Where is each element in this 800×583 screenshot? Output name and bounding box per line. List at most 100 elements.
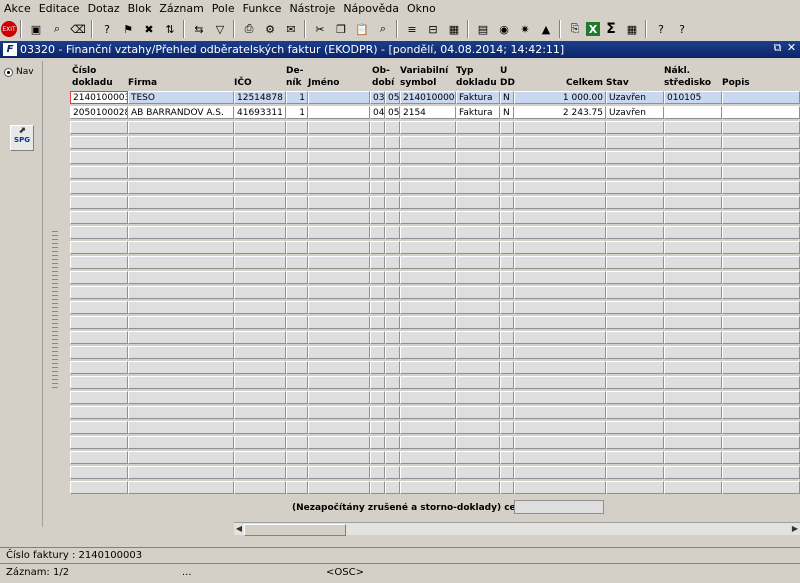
empty-cell[interactable] (370, 271, 385, 284)
empty-cell[interactable] (664, 391, 722, 404)
cell-ico[interactable]: 41693311 (234, 106, 286, 119)
empty-cell[interactable] (128, 451, 234, 464)
empty-cell[interactable] (128, 211, 234, 224)
empty-cell[interactable] (456, 466, 500, 479)
menu-item-8[interactable]: Nápověda (339, 0, 403, 17)
empty-cell[interactable] (286, 466, 308, 479)
empty-cell[interactable] (514, 436, 606, 449)
empty-cell[interactable] (606, 151, 664, 164)
empty-cell[interactable] (722, 481, 800, 494)
empty-cell[interactable] (234, 376, 286, 389)
empty-cell[interactable] (385, 346, 400, 359)
cell-obd2[interactable]: 05 (385, 91, 400, 104)
empty-cell[interactable] (456, 121, 500, 134)
empty-cell[interactable] (456, 211, 500, 224)
empty-cell[interactable] (234, 286, 286, 299)
empty-cell[interactable] (722, 391, 800, 404)
empty-cell[interactable] (128, 391, 234, 404)
empty-cell[interactable] (456, 316, 500, 329)
cell-obd1[interactable]: 04 (370, 106, 385, 119)
empty-cell[interactable] (70, 376, 128, 389)
empty-cell[interactable] (722, 196, 800, 209)
empty-cell[interactable] (308, 241, 370, 254)
empty-cell[interactable] (128, 256, 234, 269)
column-header-popis[interactable]: Popis (722, 77, 750, 89)
empty-cell[interactable] (128, 376, 234, 389)
empty-cell[interactable] (722, 331, 800, 344)
empty-cell[interactable] (606, 391, 664, 404)
empty-cell[interactable] (400, 481, 456, 494)
empty-cell[interactable] (400, 211, 456, 224)
empty-cell[interactable] (500, 481, 514, 494)
empty-cell[interactable] (128, 346, 234, 359)
empty-cell[interactable] (722, 256, 800, 269)
empty-cell[interactable] (128, 481, 234, 494)
empty-cell[interactable] (456, 421, 500, 434)
empty-cell[interactable] (234, 196, 286, 209)
empty-cell[interactable] (370, 361, 385, 374)
empty-cell[interactable] (514, 256, 606, 269)
empty-cell[interactable] (664, 346, 722, 359)
empty-cell[interactable] (308, 406, 370, 419)
empty-cell[interactable] (234, 181, 286, 194)
empty-cell[interactable] (500, 361, 514, 374)
empty-cell[interactable] (514, 301, 606, 314)
empty-cell[interactable] (370, 166, 385, 179)
empty-cell[interactable] (286, 136, 308, 149)
empty-cell[interactable] (286, 256, 308, 269)
print-preview-icon[interactable]: ⌕ (47, 19, 67, 39)
empty-cell[interactable] (664, 241, 722, 254)
grid-icon[interactable]: ▦ (622, 19, 642, 39)
empty-cell[interactable] (456, 136, 500, 149)
empty-cell[interactable] (500, 271, 514, 284)
empty-cell[interactable] (70, 226, 128, 239)
cell-jmeno[interactable] (308, 91, 370, 104)
empty-cell[interactable] (70, 241, 128, 254)
empty-cell[interactable] (722, 376, 800, 389)
empty-cell[interactable] (370, 466, 385, 479)
empty-cell[interactable] (722, 211, 800, 224)
empty-cell[interactable] (722, 436, 800, 449)
empty-cell[interactable] (234, 211, 286, 224)
empty-cell[interactable] (308, 256, 370, 269)
empty-cell[interactable] (385, 421, 400, 434)
empty-cell[interactable] (308, 316, 370, 329)
empty-cell[interactable] (70, 481, 128, 494)
empty-cell[interactable] (128, 466, 234, 479)
empty-cell[interactable] (70, 316, 128, 329)
exit-icon[interactable]: EXIT (1, 21, 17, 37)
empty-cell[interactable] (286, 166, 308, 179)
empty-cell[interactable] (456, 256, 500, 269)
empty-cell[interactable] (70, 211, 128, 224)
menu-item-7[interactable]: Nástroje (285, 0, 339, 17)
column-header-firma[interactable]: Firma (128, 77, 157, 89)
empty-cell[interactable] (70, 391, 128, 404)
empty-cell[interactable] (234, 271, 286, 284)
empty-cell[interactable] (286, 376, 308, 389)
empty-cell[interactable] (400, 286, 456, 299)
enter-query-icon[interactable]: ? (97, 19, 117, 39)
empty-cell[interactable] (308, 121, 370, 134)
empty-cell[interactable] (456, 376, 500, 389)
empty-cell[interactable] (128, 151, 234, 164)
empty-cell[interactable] (234, 331, 286, 344)
empty-cell[interactable] (234, 166, 286, 179)
delete-row-icon[interactable]: ⊟ (423, 19, 443, 39)
empty-cell[interactable] (514, 451, 606, 464)
cell-typ[interactable]: Faktura (456, 106, 500, 119)
cell-celkem[interactable]: 2 243.75 (514, 106, 606, 119)
empty-cell[interactable] (514, 196, 606, 209)
empty-cell[interactable] (456, 436, 500, 449)
cell-naklst[interactable] (664, 106, 722, 119)
empty-cell[interactable] (385, 286, 400, 299)
empty-cell[interactable] (286, 226, 308, 239)
cut-icon[interactable]: ✂ (310, 19, 330, 39)
column-header-udd[interactable]: U DD (500, 65, 515, 89)
empty-cell[interactable] (722, 166, 800, 179)
empty-cell[interactable] (514, 481, 606, 494)
empty-cell[interactable] (606, 241, 664, 254)
scroll-right-icon[interactable]: ▶ (790, 523, 800, 535)
empty-cell[interactable] (370, 406, 385, 419)
empty-cell[interactable] (722, 181, 800, 194)
empty-cell[interactable] (385, 226, 400, 239)
